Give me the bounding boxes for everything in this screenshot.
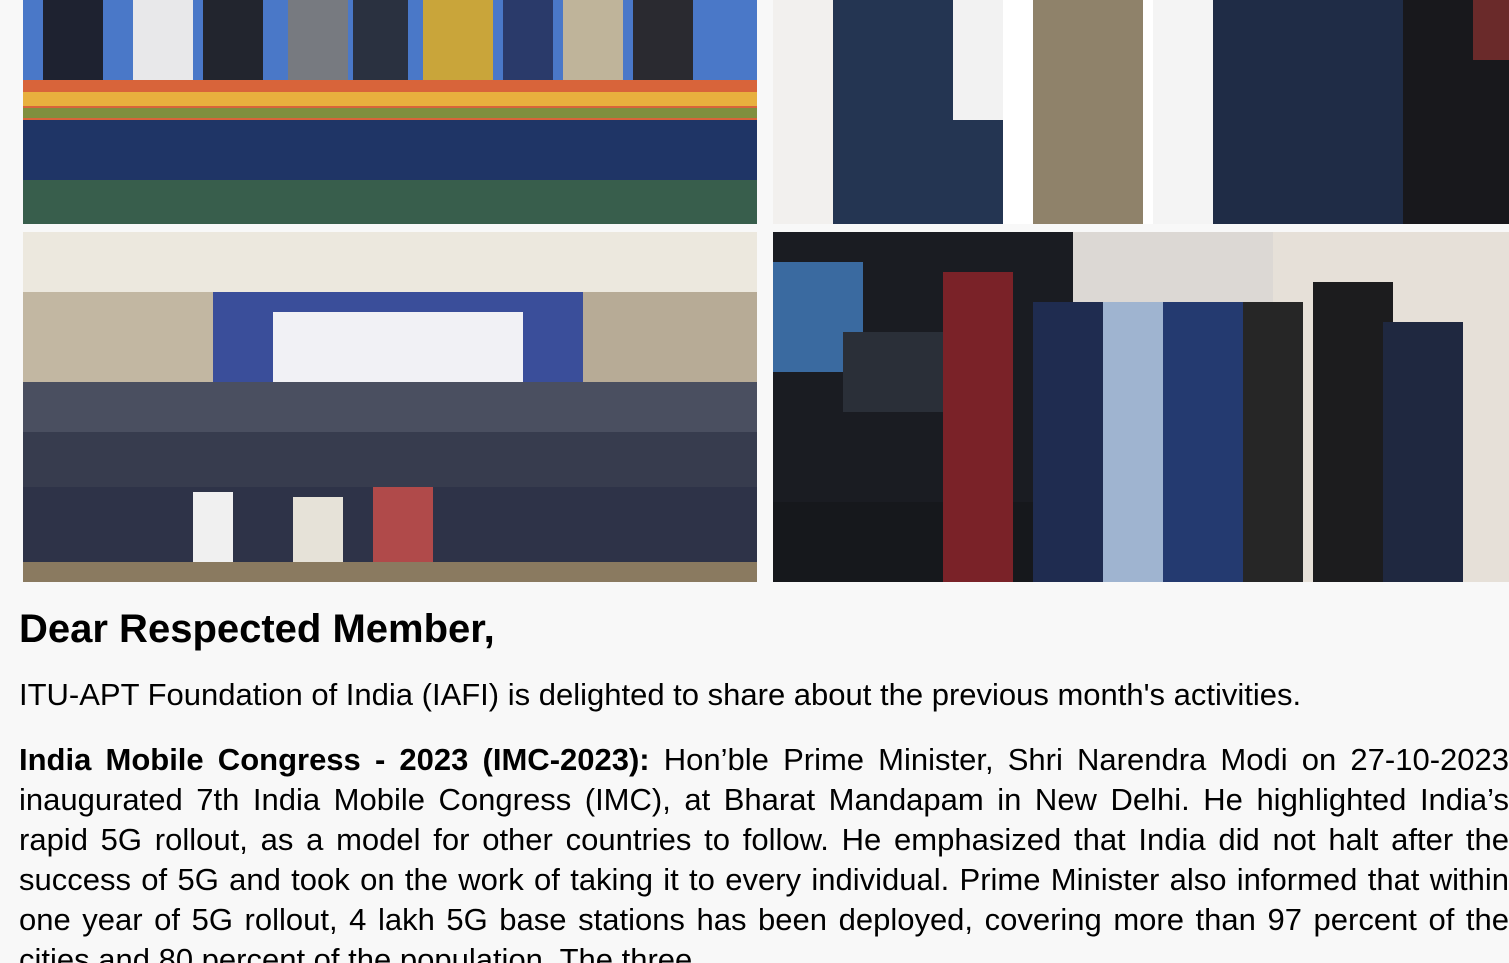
ceremony-group-photo (23, 232, 757, 582)
ceremony-group-image (23, 232, 757, 582)
conference-dais-photo (23, 0, 757, 224)
conference-dais-image (23, 0, 757, 224)
newsletter-page: Dear Respected Member, ITU-APT Foundatio… (0, 0, 1509, 963)
article-heading: India Mobile Congress - 2023 (IMC-2023): (19, 742, 650, 777)
booth-group-image (773, 232, 1509, 582)
greeting-heading: Dear Respected Member, (19, 607, 495, 651)
booth-group-photo (773, 232, 1509, 582)
group-standing-image (773, 0, 1509, 224)
group-standing-photo (773, 0, 1509, 224)
intro-text: ITU-APT Foundation of India (IAFI) is de… (19, 677, 1302, 712)
imc-article: India Mobile Congress - 2023 (IMC-2023):… (19, 740, 1509, 963)
